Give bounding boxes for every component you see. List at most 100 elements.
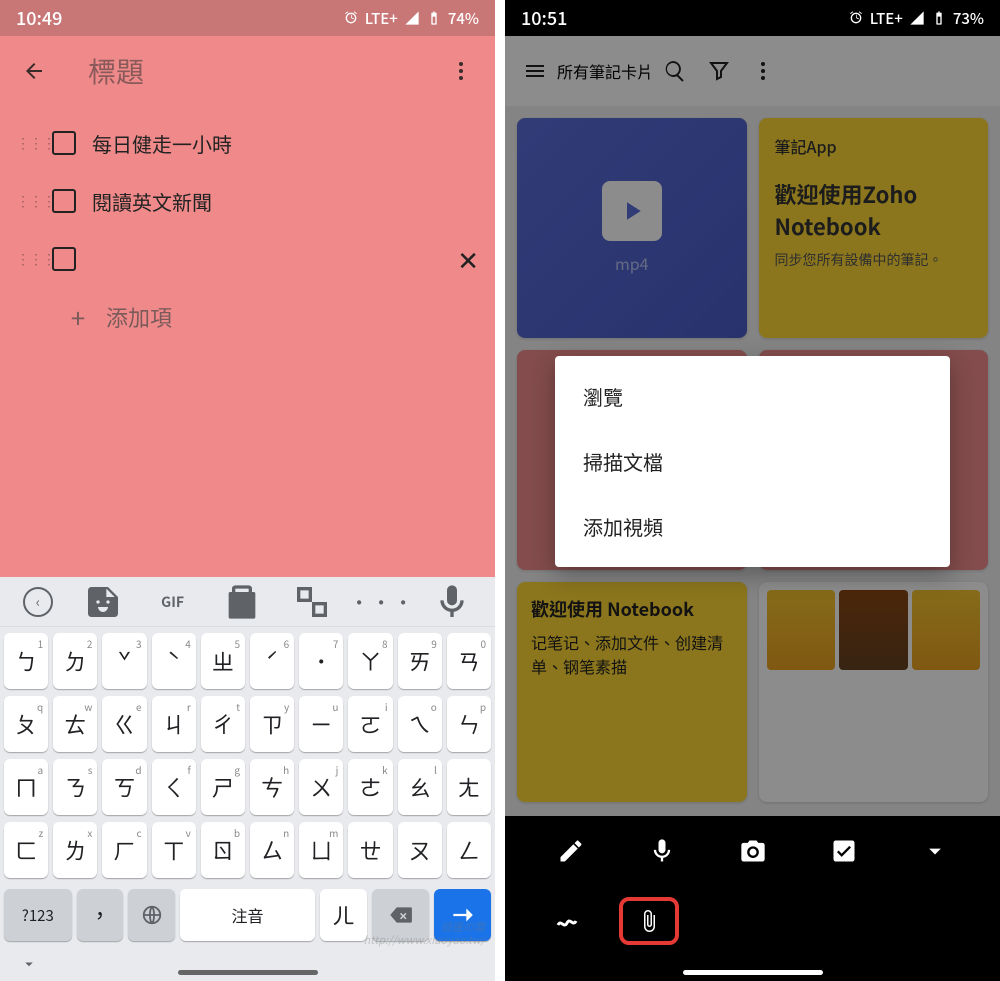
chevron-down-icon — [921, 837, 949, 865]
key[interactable]: ㄓ5 — [201, 633, 245, 689]
arrow-back-icon — [22, 59, 46, 83]
status-right: LTE+ 73% — [848, 8, 984, 29]
key[interactable]: ㄐr — [152, 696, 196, 752]
key-symbols[interactable]: ?123 — [4, 889, 72, 941]
key[interactable]: ㄣp — [447, 696, 491, 752]
menu-item-add-video[interactable]: 添加視頻 — [555, 494, 950, 559]
keyboard-collapse[interactable] — [0, 947, 495, 981]
key[interactable]: ㄖb — [201, 822, 245, 878]
delete-item-button[interactable]: ✕ — [457, 241, 479, 278]
key[interactable]: ˙7 — [299, 633, 343, 689]
key[interactable]: ㄋs — [53, 759, 97, 815]
kb-more-icon[interactable]: ••• — [362, 582, 402, 622]
key[interactable]: ㄠl — [398, 759, 442, 815]
key[interactable]: ㄧu — [299, 696, 343, 752]
kb-collapse-left-icon[interactable]: ‹ — [23, 587, 53, 617]
key[interactable]: ㄥ — [447, 822, 491, 878]
key[interactable]: ˇ3 — [102, 633, 146, 689]
key[interactable]: ㄝ — [348, 822, 392, 878]
keyboard-row: ㄅ1ㄉ2ˇ3ˋ4ㄓ5ˊ6˙7ㄚ8ㄞ9ㄢ0 — [4, 633, 491, 689]
add-item-button[interactable]: + 添加項 — [0, 288, 495, 346]
camera-icon — [739, 837, 767, 865]
menu-item-browse[interactable]: 瀏覽 — [555, 364, 950, 429]
signal-icon — [404, 10, 420, 26]
key[interactable]: ㄒv — [152, 822, 196, 878]
key-er[interactable]: ㄦ — [320, 889, 367, 941]
status-bar: 10:49 LTE+ 74% — [0, 0, 495, 36]
checkbox[interactable] — [52, 247, 76, 271]
checklist-item[interactable]: ⋮⋮⋮ 每日健走一小時 — [0, 114, 495, 172]
key[interactable]: ㄜk — [348, 759, 392, 815]
drag-handle-icon[interactable]: ⋮⋮⋮ — [16, 191, 36, 211]
nav-handle[interactable] — [178, 970, 318, 975]
key[interactable]: ㄟo — [398, 696, 442, 752]
key[interactable]: ㄉ2 — [53, 633, 97, 689]
kb-gif-button[interactable]: GIF — [153, 582, 193, 622]
status-time: 10:49 — [16, 5, 62, 31]
key[interactable]: ㄛi — [348, 696, 392, 752]
key[interactable]: ㄑf — [152, 759, 196, 815]
key[interactable]: ㄇa — [4, 759, 48, 815]
edit-button[interactable] — [549, 829, 593, 873]
drag-handle-icon[interactable]: ⋮⋮⋮ — [16, 133, 36, 153]
keyboard-row: ㄈzㄌxㄏcㄒvㄖbㄙnㄩmㄝㄡㄥ — [4, 822, 491, 878]
checklist-item[interactable]: ⋮⋮⋮ 閱讀英文新聞 — [0, 172, 495, 230]
key[interactable]: ㄡ — [398, 822, 442, 878]
key[interactable]: ㄞ9 — [398, 633, 442, 689]
attach-highlight — [619, 897, 679, 945]
nav-handle[interactable] — [683, 970, 823, 975]
key[interactable]: ˊ6 — [250, 633, 294, 689]
kb-mic-icon[interactable] — [432, 582, 472, 622]
checklist-item-active[interactable]: ⋮⋮⋮ ✕ — [0, 230, 495, 288]
kb-clipboard-icon[interactable] — [222, 582, 262, 622]
attach-menu: 瀏覽 掃描文檔 添加視頻 — [555, 356, 950, 567]
key[interactable]: ㄔt — [201, 696, 245, 752]
phone-right: 10:51 LTE+ 73% 所有筆記卡片 — [505, 0, 1000, 981]
note-title-input[interactable]: 標題 — [64, 51, 431, 91]
key[interactable]: ㄌx — [53, 822, 97, 878]
key[interactable]: ㄏc — [102, 822, 146, 878]
sketch-button[interactable] — [545, 899, 589, 943]
status-time: 10:51 — [521, 5, 567, 31]
drag-handle-icon[interactable]: ⋮⋮⋮ — [16, 249, 36, 269]
key[interactable]: ㄩm — [299, 822, 343, 878]
battery-icon — [931, 10, 947, 26]
attach-button[interactable] — [637, 909, 661, 933]
key[interactable]: ㄘh — [250, 759, 294, 815]
voice-button[interactable] — [640, 829, 684, 873]
key[interactable]: ˋ4 — [152, 633, 196, 689]
more-button[interactable] — [439, 49, 483, 93]
checkbox[interactable] — [52, 131, 76, 155]
key[interactable]: ㄆq — [4, 696, 48, 752]
bottom-toolbar — [505, 816, 1000, 981]
key[interactable]: ㄤ — [447, 759, 491, 815]
checkbox-icon — [830, 837, 858, 865]
key[interactable]: ㄕg — [201, 759, 245, 815]
kb-translate-icon[interactable] — [292, 582, 332, 622]
key[interactable]: ㄚ8 — [348, 633, 392, 689]
back-button[interactable] — [12, 49, 56, 93]
key-comma[interactable]: ， — [77, 889, 124, 941]
key-space[interactable]: 注音 — [180, 889, 315, 941]
menu-item-scan[interactable]: 掃描文檔 — [555, 429, 950, 494]
keyboard-keys: ㄅ1ㄉ2ˇ3ˋ4ㄓ5ˊ6˙7ㄚ8ㄞ9ㄢ0 ㄆqㄊwㄍeㄐrㄔtㄗyㄧuㄛiㄟoㄣp… — [0, 627, 495, 889]
key[interactable]: ㄗy — [250, 696, 294, 752]
checklist-text[interactable]: 每日健走一小時 — [92, 129, 479, 158]
key[interactable]: ㄨj — [299, 759, 343, 815]
key[interactable]: ㄙn — [250, 822, 294, 878]
status-network: LTE+ — [365, 8, 398, 29]
key[interactable]: ㄈz — [4, 822, 48, 878]
key[interactable]: ㄊw — [53, 696, 97, 752]
key[interactable]: ㄎd — [102, 759, 146, 815]
key-globe[interactable] — [128, 889, 175, 941]
checkbox[interactable] — [52, 189, 76, 213]
squiggle-icon — [555, 909, 579, 933]
collapse-button[interactable] — [913, 829, 957, 873]
key[interactable]: ㄍe — [102, 696, 146, 752]
key[interactable]: ㄢ0 — [447, 633, 491, 689]
kb-sticker-icon[interactable] — [83, 582, 123, 622]
checklist-button[interactable] — [822, 829, 866, 873]
camera-button[interactable] — [731, 829, 775, 873]
checklist-text[interactable]: 閱讀英文新聞 — [92, 187, 479, 216]
key[interactable]: ㄅ1 — [4, 633, 48, 689]
